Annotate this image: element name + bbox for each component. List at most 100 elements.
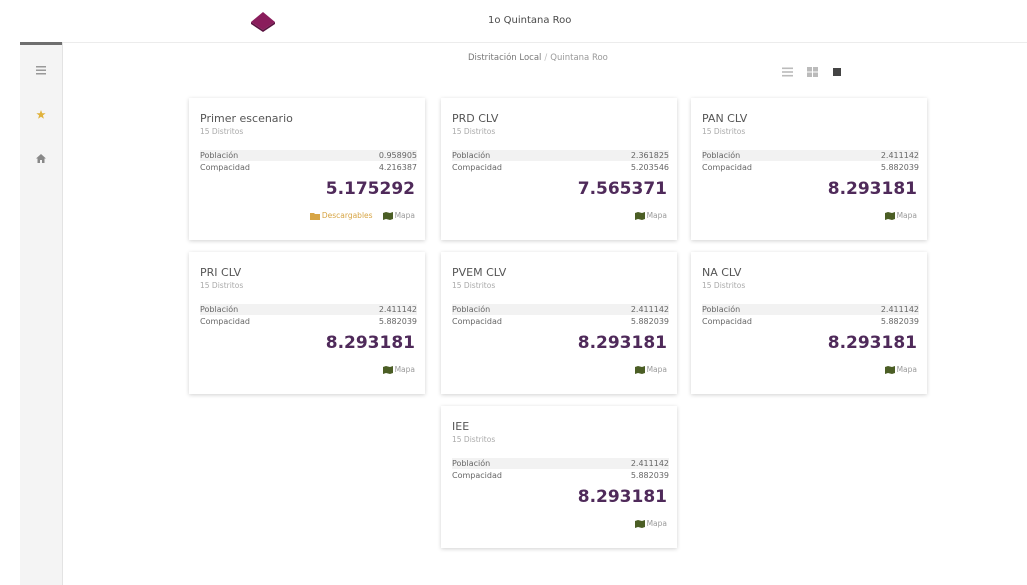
poblacion-label: Población	[452, 459, 491, 468]
grid-view-icon[interactable]	[806, 66, 818, 78]
compacidad-label: Compacidad	[452, 471, 502, 480]
compacidad-row: Compacidad 5.203546	[452, 162, 669, 173]
map-icon	[884, 365, 895, 374]
breadcrumb-current: Quintana Roo	[550, 53, 608, 63]
menu-icon	[36, 60, 46, 79]
card-title: IEE	[452, 420, 470, 433]
map-button[interactable]: Mapa	[634, 211, 667, 220]
sidebar-item-home[interactable]	[20, 140, 62, 174]
compacidad-label: Compacidad	[200, 317, 250, 326]
card-title: Primer escenario	[200, 112, 293, 125]
compacidad-value: 5.882039	[880, 317, 919, 326]
map-label: Mapa	[646, 365, 667, 374]
card-subtitle: 15 Distritos	[452, 281, 496, 290]
map-button[interactable]: Mapa	[382, 211, 415, 220]
poblacion-row: Población 2.361825	[452, 150, 669, 161]
map-label: Mapa	[646, 211, 667, 220]
poblacion-row: Población 2.411142	[452, 458, 669, 469]
breadcrumb-separator: /	[544, 53, 548, 63]
card-actions: Mapa	[884, 211, 917, 220]
compacidad-label: Compacidad	[702, 163, 752, 172]
map-button[interactable]: Mapa	[634, 365, 667, 374]
card-title: PRI CLV	[200, 266, 242, 279]
poblacion-label: Población	[200, 151, 239, 160]
logo[interactable]	[248, 11, 278, 33]
map-label: Mapa	[394, 211, 415, 220]
card-title: NA CLV	[702, 266, 742, 279]
poblacion-label: Población	[702, 151, 741, 160]
card-actions: Mapa	[634, 519, 667, 528]
map-icon	[634, 519, 645, 528]
total-score: 7.565371	[577, 179, 667, 199]
download-button[interactable]: Descargables	[309, 211, 373, 220]
card-actions: Mapa	[884, 365, 917, 374]
compacidad-row: Compacidad 5.882039	[702, 162, 919, 173]
map-label: Mapa	[896, 365, 917, 374]
card-title: PRD CLV	[452, 112, 499, 125]
card-title: PAN CLV	[702, 112, 748, 125]
scenario-card[interactable]: Primer escenario 15 Distritos Población 0…	[189, 98, 425, 240]
compacidad-value: 5.882039	[630, 471, 669, 480]
card-actions: Mapa	[634, 211, 667, 220]
poblacion-label: Población	[452, 151, 491, 160]
compacidad-label: Compacidad	[200, 163, 250, 172]
card-view-icon[interactable]	[831, 66, 843, 78]
poblacion-value: 2.411142	[630, 459, 669, 468]
map-button[interactable]: Mapa	[884, 211, 917, 220]
scenario-card[interactable]: PRI CLV 15 Distritos Población 2.411142 C…	[189, 252, 425, 394]
compacidad-value: 5.203546	[630, 163, 669, 172]
map-button[interactable]: Mapa	[382, 365, 415, 374]
poblacion-label: Población	[702, 305, 741, 314]
sidebar-item-star[interactable]	[20, 96, 62, 130]
map-button[interactable]: Mapa	[884, 365, 917, 374]
sidebar-item-menu[interactable]	[20, 52, 62, 86]
map-button[interactable]: Mapa	[634, 519, 667, 528]
card-subtitle: 15 Distritos	[702, 127, 746, 136]
compacidad-row: Compacidad 5.882039	[452, 470, 669, 481]
scenario-card[interactable]: PAN CLV 15 Distritos Población 2.411142 C…	[691, 98, 927, 240]
map-icon	[884, 211, 895, 220]
poblacion-row: Población 0.958905	[200, 150, 417, 161]
sidebar-active-line	[20, 42, 62, 45]
compacidad-value: 5.882039	[630, 317, 669, 326]
card-subtitle: 15 Distritos	[702, 281, 746, 290]
card-actions: Descargables Mapa	[309, 211, 415, 220]
card-actions: Mapa	[382, 365, 415, 374]
total-score: 8.293181	[577, 333, 667, 353]
breadcrumb: Distritación Local / Quintana Roo	[468, 53, 608, 63]
poblacion-value: 2.411142	[880, 305, 919, 314]
poblacion-label: Población	[200, 305, 239, 314]
map-label: Mapa	[646, 519, 667, 528]
compacidad-row: Compacidad 5.882039	[702, 316, 919, 327]
card-subtitle: 15 Distritos	[452, 127, 496, 136]
scenario-card[interactable]: PRD CLV 15 Distritos Población 2.361825 C…	[441, 98, 677, 240]
map-icon	[382, 365, 393, 374]
home-icon	[36, 148, 46, 167]
list-view-icon[interactable]	[781, 66, 793, 78]
compacidad-label: Compacidad	[452, 317, 502, 326]
compacidad-value: 5.882039	[378, 317, 417, 326]
map-icon	[634, 211, 645, 220]
poblacion-row: Población 2.411142	[702, 150, 919, 161]
map-icon	[634, 365, 645, 374]
compacidad-label: Compacidad	[452, 163, 502, 172]
breadcrumb-section[interactable]: Distritación Local	[468, 53, 541, 63]
total-score: 8.293181	[577, 487, 667, 507]
poblacion-value: 0.958905	[378, 151, 417, 160]
sidebar	[20, 42, 63, 585]
compacidad-row: Compacidad 5.882039	[452, 316, 669, 327]
card-subtitle: 15 Distritos	[200, 127, 244, 136]
poblacion-row: Población 2.411142	[702, 304, 919, 315]
scenario-card[interactable]: PVEM CLV 15 Distritos Población 2.411142 …	[441, 252, 677, 394]
total-score: 8.293181	[827, 179, 917, 199]
poblacion-label: Población	[452, 305, 491, 314]
poblacion-value: 2.411142	[880, 151, 919, 160]
star-icon	[36, 104, 46, 123]
total-score: 5.175292	[325, 179, 415, 199]
card-subtitle: 15 Distritos	[452, 435, 496, 444]
scenario-card[interactable]: IEE 15 Distritos Población 2.411142 Compa…	[441, 406, 677, 548]
scenario-card[interactable]: NA CLV 15 Distritos Población 2.411142 Co…	[691, 252, 927, 394]
poblacion-value: 2.361825	[630, 151, 669, 160]
compacidad-value: 4.216387	[378, 163, 417, 172]
poblacion-value: 2.411142	[630, 305, 669, 314]
